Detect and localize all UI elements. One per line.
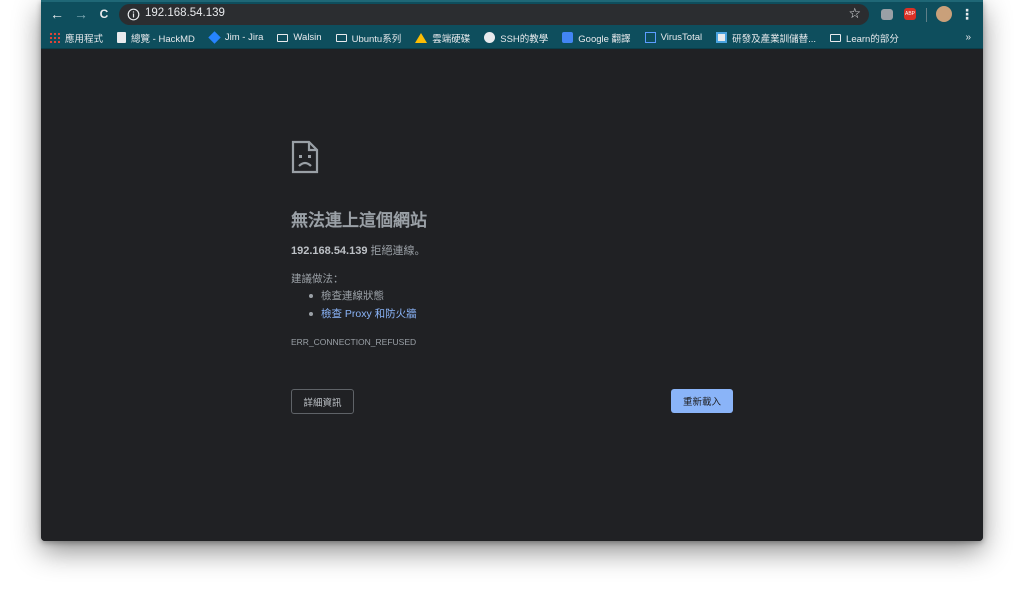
extension-mail-icon[interactable]: [881, 9, 893, 20]
bookmark-learn[interactable]: Learn的部分: [830, 31, 899, 45]
error-host: 192.168.54.139: [291, 245, 368, 257]
site-icon: [716, 32, 728, 43]
reload-button[interactable]: C: [94, 4, 114, 24]
bookmark-label: Jim - Jira: [224, 32, 264, 43]
profile-avatar[interactable]: [936, 6, 952, 22]
folder-icon: [830, 33, 842, 42]
toolbar-divider: [926, 8, 927, 22]
google-drive-icon: [415, 32, 428, 43]
document-icon: [117, 32, 127, 43]
menu-icon[interactable]: ⋮: [957, 4, 977, 24]
back-button[interactable]: ←: [47, 4, 67, 24]
bookmark-google-translate[interactable]: Google 翻譯: [562, 31, 631, 45]
bookmark-virustotal[interactable]: VirusTotal: [644, 32, 703, 43]
bookmark-label: Ubuntu系列: [351, 33, 402, 45]
bookmark-walsin[interactable]: Walsin: [277, 32, 322, 43]
bookmark-label: SSH的教學: [500, 33, 549, 45]
reload-page-button[interactable]: 重新載入: [671, 389, 733, 413]
bookmark-jira[interactable]: Jim - Jira: [208, 31, 264, 44]
bookmark-training[interactable]: 研發及產業訓儲替...: [716, 31, 816, 45]
bookmark-label: 應用程式: [65, 33, 104, 45]
error-code: ERR_CONNECTION_REFUSED: [291, 337, 417, 347]
browser-toolbar: ← → C 192.168.54.139 ☆ ABP ⋮: [41, 0, 983, 27]
suggestions-list: 檢查連線狀態 檢查 Proxy 和防火牆: [309, 289, 417, 325]
bookmark-apps[interactable]: 應用程式: [49, 31, 103, 45]
bookmark-star-icon[interactable]: ☆: [848, 5, 861, 22]
forward-button[interactable]: →: [71, 4, 91, 24]
info-icon[interactable]: [127, 8, 140, 21]
sad-page-icon: [291, 140, 319, 174]
details-button[interactable]: 詳細資訊: [291, 389, 354, 414]
folder-icon: [335, 33, 347, 42]
bookmarks-bar: 應用程式 總覽 - HackMD Jim - Jira Walsin Ubunt…: [41, 27, 983, 49]
google-translate-icon: [562, 32, 574, 43]
bookmark-hackmd[interactable]: 總覽 - HackMD: [117, 31, 195, 45]
bookmark-label: 研發及產業訓儲替...: [732, 33, 817, 45]
bookmark-label: 總覽 - HackMD: [131, 33, 195, 45]
virustotal-icon: [644, 32, 656, 43]
browser-window: ← → C 192.168.54.139 ☆ ABP ⋮ 應用程式 總覽 - H…: [41, 0, 983, 541]
error-refused-text: 拒絕連線。: [367, 245, 426, 257]
folder-icon: [277, 33, 289, 42]
bookmarks-overflow-chevron-icon[interactable]: »: [965, 32, 971, 43]
address-bar[interactable]: 192.168.54.139 ☆: [119, 4, 869, 25]
github-icon: [484, 32, 496, 43]
bookmark-label: Walsin: [293, 32, 322, 43]
adblock-icon[interactable]: ABP: [904, 8, 916, 20]
suggestion-check-proxy-link[interactable]: 檢查 Proxy 和防火牆: [309, 307, 417, 325]
bookmark-label: 雲端硬碟: [432, 33, 471, 45]
bookmark-google-drive[interactable]: 雲端硬碟: [415, 31, 470, 45]
bookmark-ubuntu[interactable]: Ubuntu系列: [335, 31, 402, 45]
bookmark-label: VirusTotal: [660, 32, 703, 43]
url-text[interactable]: 192.168.54.139: [145, 7, 225, 19]
bookmark-label: Learn的部分: [846, 33, 899, 45]
error-detail: 192.168.54.139 拒絕連線。: [291, 242, 426, 258]
jira-icon: [208, 31, 221, 44]
bookmark-ssh[interactable]: SSH的教學: [484, 31, 548, 45]
suggestion-check-connection: 檢查連線狀態: [309, 289, 417, 307]
error-page: 無法連上這個網站 192.168.54.139 拒絕連線。 建議做法： 檢查連線…: [41, 50, 983, 541]
error-title: 無法連上這個網站: [291, 211, 427, 230]
bookmark-label: Google 翻譯: [578, 33, 631, 45]
apps-grid-icon: [49, 32, 60, 43]
suggestions-label: 建議做法：: [291, 273, 344, 285]
